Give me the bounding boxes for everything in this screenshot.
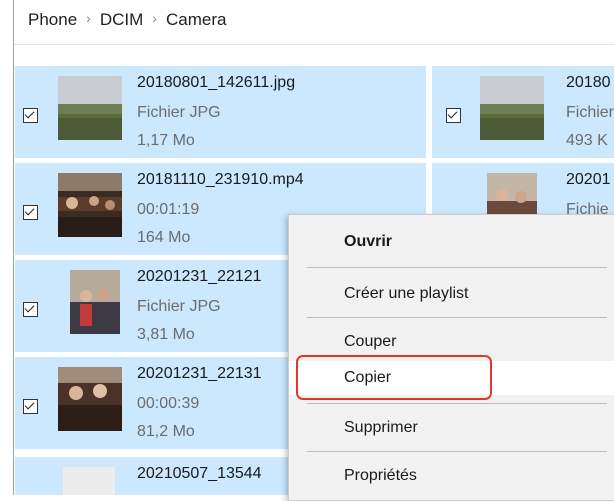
- menu-separator: [307, 267, 607, 268]
- file-size: 493 K: [566, 132, 608, 149]
- file-size: 3,81 Mo: [137, 326, 195, 343]
- chevron-right-icon: ›: [86, 10, 91, 26]
- chevron-right-icon: ›: [152, 10, 157, 26]
- breadcrumb-item-phone[interactable]: Phone: [28, 10, 77, 30]
- menu-item-label: Propriétés: [344, 467, 417, 484]
- file-type: Fichier JPG: [137, 298, 221, 315]
- file-name: 20201231_22121: [137, 268, 262, 285]
- menu-item-cut[interactable]: Couper: [289, 325, 614, 359]
- menu-item-label: Ouvrir: [344, 233, 393, 250]
- menu-separator: [307, 403, 607, 404]
- thumbnail-image: [63, 467, 115, 495]
- checkbox-checked[interactable]: [23, 302, 38, 317]
- breadcrumb-divider: [14, 44, 614, 45]
- checkbox-checked[interactable]: [23, 205, 38, 220]
- thumbnail-image: [70, 270, 120, 334]
- file-tile[interactable]: 20180801_142611.jpg Fichier JPG 1,17 Mo: [15, 66, 426, 158]
- menu-item-properties[interactable]: Propriétés: [289, 459, 614, 493]
- breadcrumb-item-dcim[interactable]: DCIM: [100, 10, 143, 30]
- file-size: 1,17 Mo: [137, 132, 195, 149]
- checkbox-checked[interactable]: [23, 399, 38, 414]
- file-type: Fichier: [566, 104, 614, 121]
- breadcrumb-item-camera[interactable]: Camera: [166, 10, 226, 30]
- file-duration: 00:00:39: [137, 395, 200, 412]
- file-name: 20201231_22131: [137, 365, 262, 382]
- menu-item-delete[interactable]: Supprimer: [289, 411, 614, 445]
- thumbnail-video: [58, 367, 122, 431]
- file-name: 20180801_142611.jpg: [137, 74, 296, 91]
- file-size: 81,2 Mo: [137, 423, 195, 440]
- checkbox-checked[interactable]: [23, 108, 38, 123]
- thumbnail-video: [58, 173, 122, 237]
- thumbnail-image: [480, 76, 544, 140]
- file-duration: 00:01:19: [137, 201, 200, 218]
- menu-separator: [307, 317, 607, 318]
- file-name: 20210507_13544: [137, 465, 262, 482]
- copy-highlight-annotation: [296, 355, 492, 400]
- breadcrumb: Phone › DCIM › Camera: [14, 0, 614, 36]
- checkbox-checked[interactable]: [446, 108, 461, 123]
- file-type: Fichier JPG: [137, 104, 221, 121]
- file-size: 164 Mo: [137, 229, 191, 246]
- menu-separator: [307, 451, 607, 452]
- file-name: 20181110_231910.mp4: [137, 171, 304, 188]
- menu-item-label: Supprimer: [344, 419, 418, 436]
- file-name: 20201: [566, 171, 611, 188]
- menu-item-create-playlist[interactable]: Créer une playlist: [289, 277, 614, 311]
- menu-item-label: Couper: [344, 333, 397, 350]
- file-name: 20180: [566, 74, 611, 91]
- file-tile[interactable]: 20180 Fichier 493 K: [432, 66, 614, 158]
- thumbnail-image: [58, 76, 122, 140]
- menu-item-open[interactable]: Ouvrir: [289, 225, 614, 259]
- menu-item-label: Créer une playlist: [344, 285, 469, 302]
